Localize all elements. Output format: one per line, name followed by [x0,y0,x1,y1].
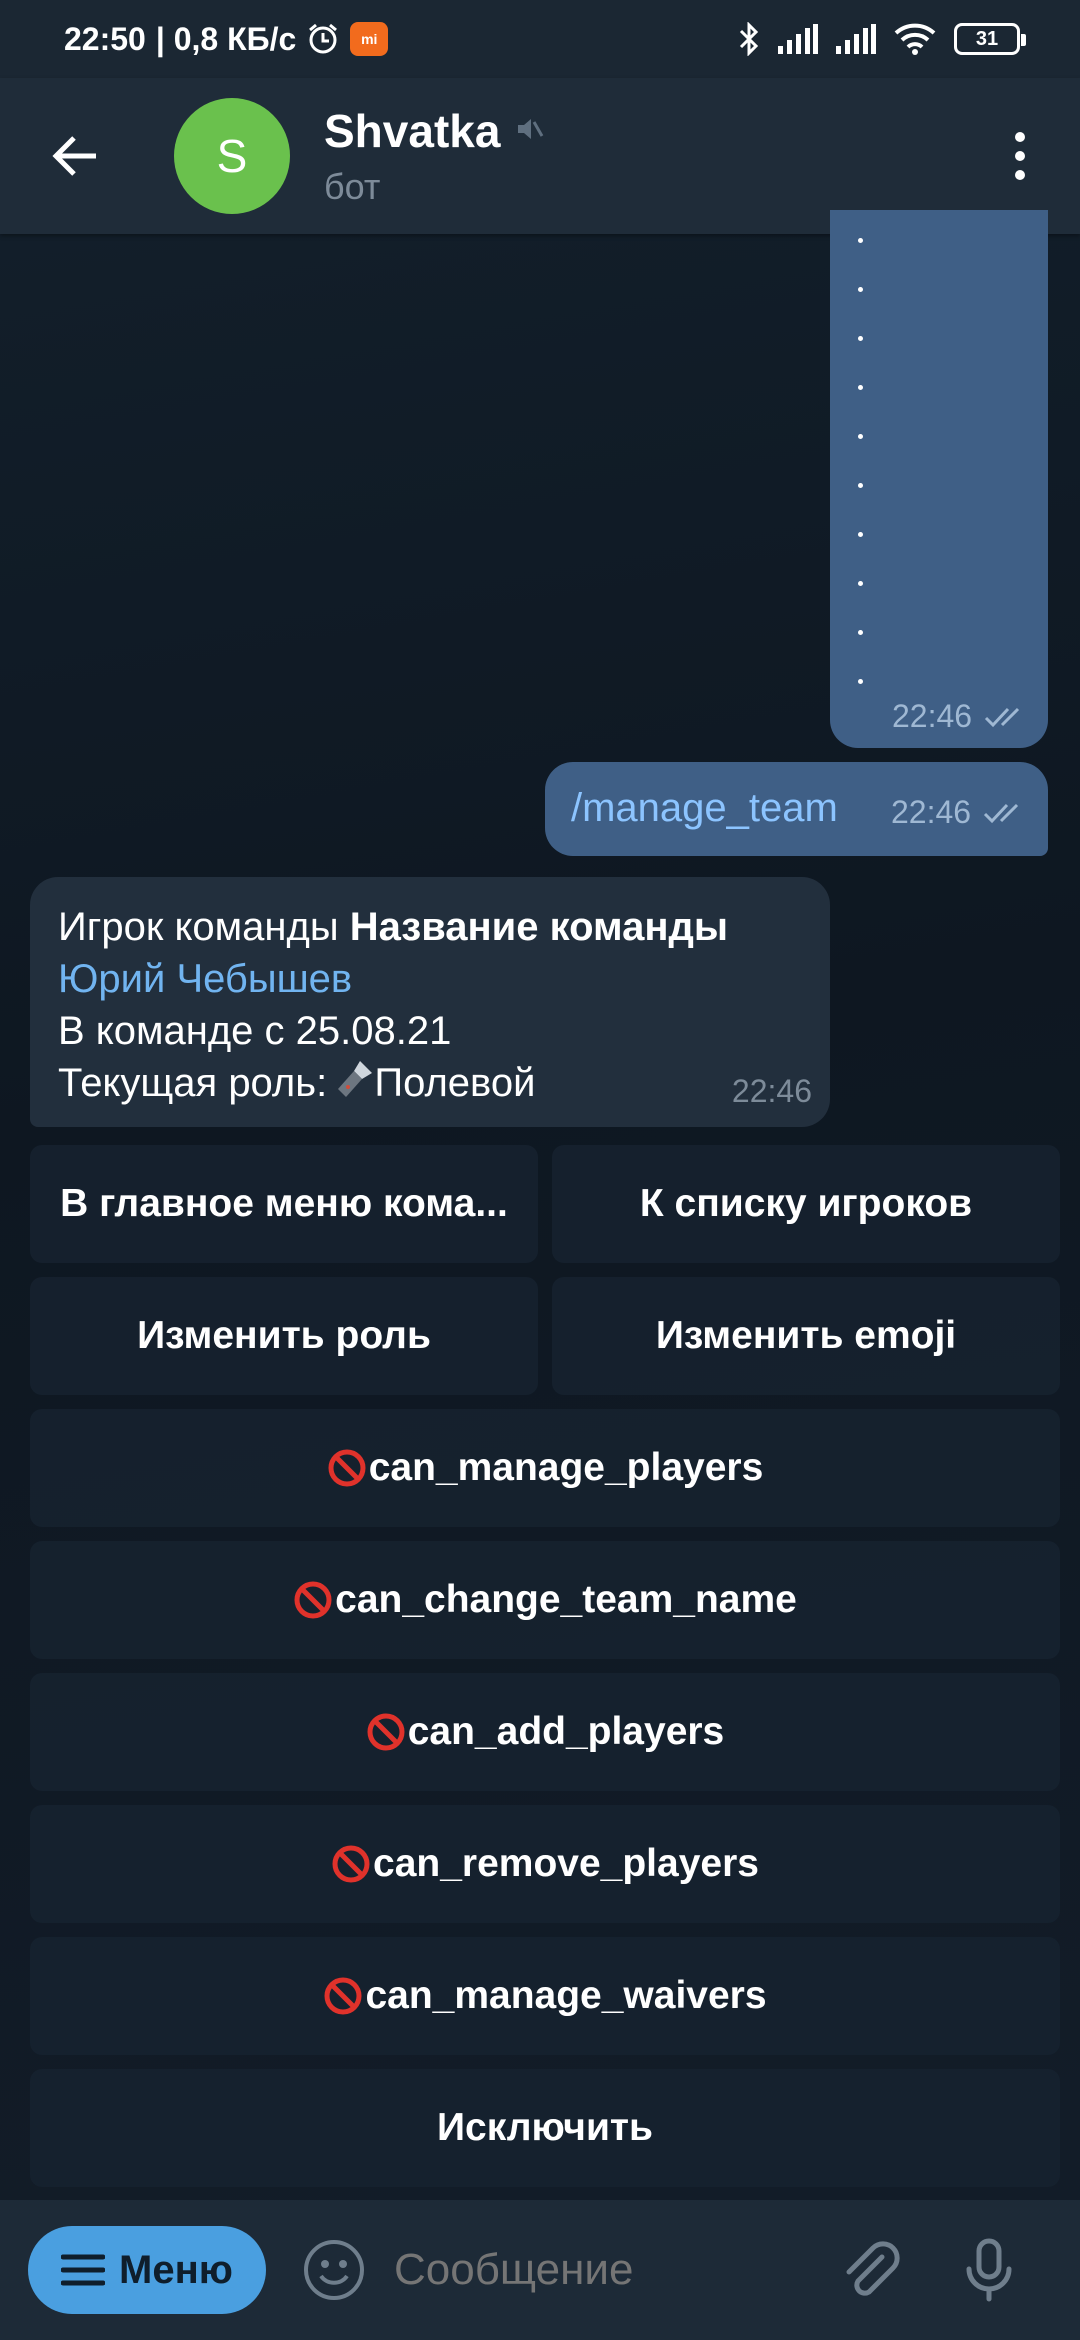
chat-screen: 22:50 | 0,8 КБ/с mi 31 S Shvatka бот 22:… [0,0,1080,2340]
change-emoji-button[interactable]: Изменить emoji [552,1277,1060,1395]
command-text[interactable]: /manage_team [571,786,838,831]
flashlight-icon [338,1059,374,1112]
chat-title: Shvatka [324,105,501,157]
status-time: 22:50 [64,20,146,57]
battery-icon: 31 [954,23,1026,55]
player-link[interactable]: Юрий Чебышев [58,953,802,1005]
inline-keyboard: В главное меню кома... К списку игроков … [30,1145,1060,2201]
exclude-button[interactable]: Исключить [30,2069,1060,2187]
can-add-players-button[interactable]: can_add_players [30,1673,1060,1791]
team-name: Название команды [349,905,729,949]
wifi-icon [894,23,936,55]
double-check-icon [985,707,1020,727]
prohibited-icon [294,1581,332,1619]
attach-icon[interactable] [834,2235,904,2305]
muted-icon [514,114,544,149]
signal-icon [778,24,818,54]
role-line: Текущая роль: Полевой [58,1057,802,1112]
message-time: 22:46 [892,698,1028,735]
signal-icon [836,24,876,54]
chat-title-block[interactable]: Shvatka бот [324,104,544,208]
network-speed: | 0,8 КБ/с [155,20,297,57]
microphone-icon[interactable] [954,2235,1024,2305]
back-arrow-icon[interactable] [36,116,116,196]
prohibited-icon [324,1977,362,2015]
outgoing-message-command[interactable]: /manage_team 22:46 [545,762,1048,856]
change-role-button[interactable]: Изменить роль [30,1277,538,1395]
more-options-icon[interactable] [1000,116,1040,196]
prohibited-icon [328,1449,366,1487]
outgoing-message-dots[interactable]: 22:46 [830,210,1048,748]
can-manage-waivers-button[interactable]: can_manage_waivers [30,1937,1060,2055]
message-composer: Меню [0,2200,1080,2340]
can-manage-players-button[interactable]: can_manage_players [30,1409,1060,1527]
current-role: Полевой [374,1061,536,1105]
message-time: 22:46 [731,1073,812,1109]
chat-subtitle: бот [324,166,381,207]
bot-menu-button[interactable]: Меню [28,2226,266,2314]
status-bar: 22:50 | 0,8 КБ/с mi 31 [0,0,1080,78]
double-check-icon [984,803,1019,823]
players-list-button[interactable]: К списку игроков [552,1145,1060,1263]
emoji-icon[interactable] [302,2238,366,2302]
can-remove-players-button[interactable]: can_remove_players [30,1805,1060,1923]
prohibited-icon [332,1845,370,1883]
mi-app-icon: mi [350,22,389,56]
main-menu-button[interactable]: В главное меню кома... [30,1145,538,1263]
message-time: 22:46 [891,794,1027,831]
avatar[interactable]: S [174,98,290,214]
message-input[interactable] [394,2245,834,2295]
bluetooth-icon [738,22,760,56]
incoming-message[interactable]: Игрок команды Название команды Юрий Чебы… [30,877,830,1127]
alarm-icon [306,22,340,56]
joined-line: В команде с 25.08.21 [58,1009,452,1053]
prohibited-icon [367,1713,405,1751]
can-change-team-name-button[interactable]: can_change_team_name [30,1541,1060,1659]
hamburger-icon [61,2254,106,2286]
team-line: Игрок команды Название команды [58,905,729,949]
dots-content [858,238,863,684]
